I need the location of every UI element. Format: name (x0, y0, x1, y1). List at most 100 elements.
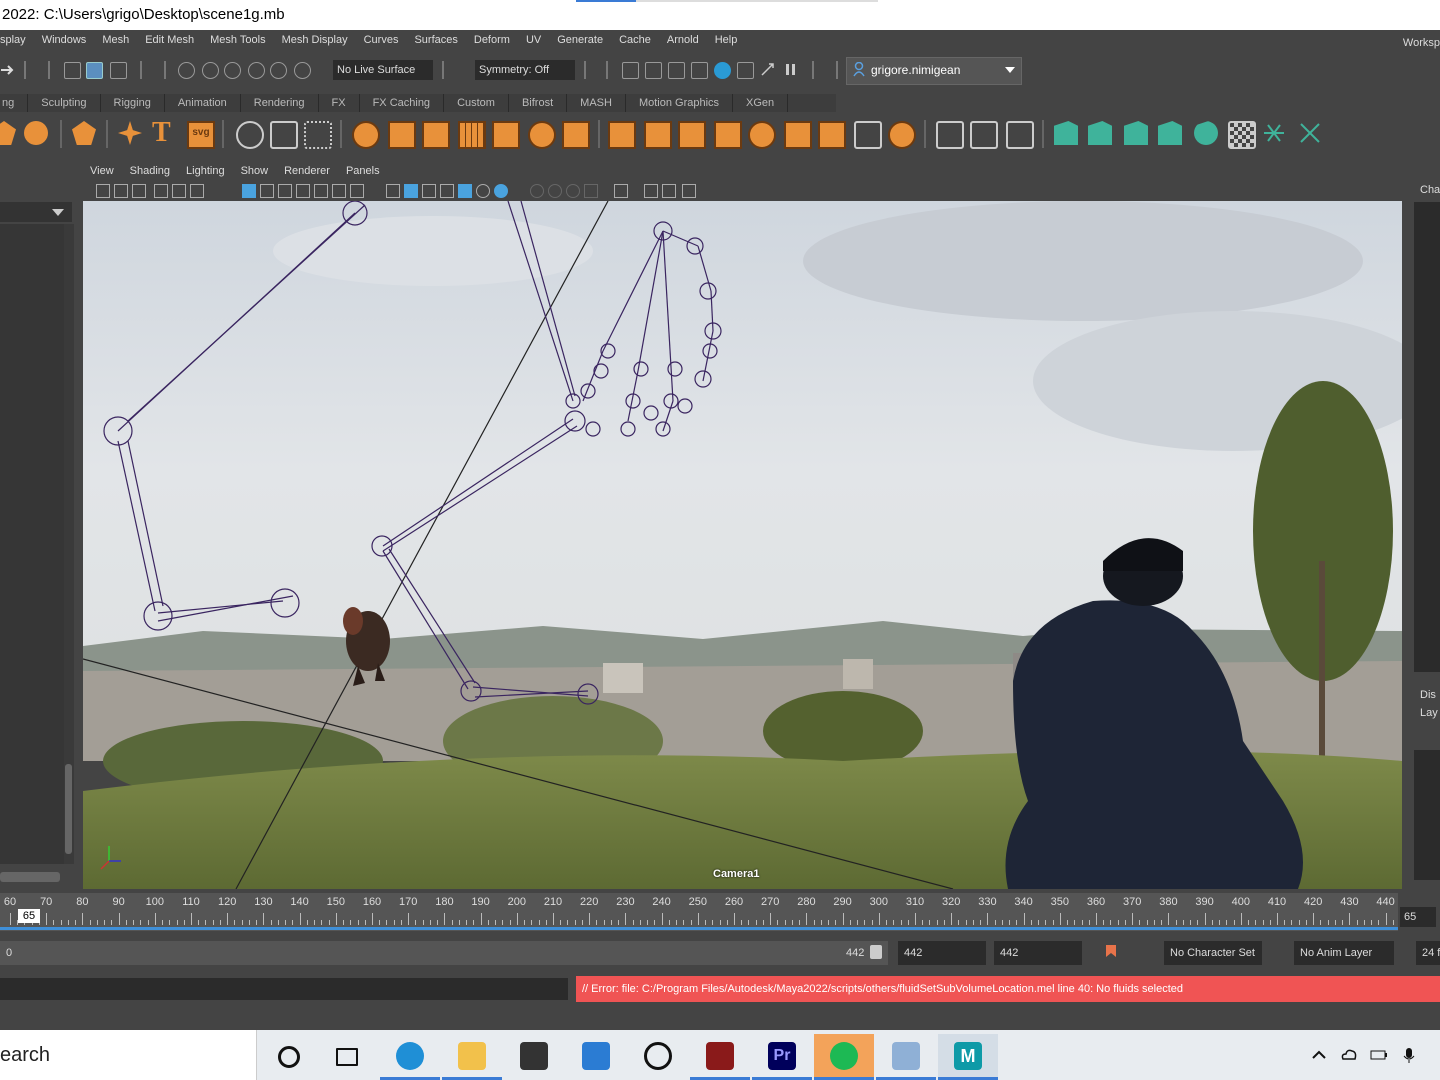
task-view-button[interactable] (316, 1034, 376, 1080)
uv-cylindrical-icon[interactable] (1088, 121, 1112, 145)
polygon-icosahedron-icon[interactable] (72, 121, 96, 145)
render-settings-icon[interactable] (691, 62, 708, 79)
spotify-button[interactable] (814, 1034, 874, 1080)
panel-menu-lighting[interactable]: Lighting (186, 165, 225, 177)
fps-dropdown[interactable]: 24 f (1416, 941, 1440, 965)
checker-icon[interactable] (1228, 121, 1256, 149)
channel-box[interactable] (1414, 202, 1440, 672)
microphone-icon[interactable] (1400, 1046, 1418, 1064)
extrude-icon[interactable] (608, 121, 636, 149)
menu-uv[interactable]: UV (526, 34, 541, 46)
cloud-icon[interactable] (1340, 1046, 1358, 1064)
field-chart-icon[interactable] (314, 184, 328, 198)
target-weld-icon[interactable] (854, 121, 882, 149)
menu-mesh-tools[interactable]: Mesh Tools (210, 34, 265, 46)
workspace-label[interactable]: Worksp (1403, 30, 1440, 56)
hypershade-icon[interactable] (714, 62, 731, 79)
screen-space-ao-icon[interactable] (530, 184, 544, 198)
render-view-icon[interactable] (737, 62, 754, 79)
tab-rigging[interactable]: Rigging (101, 94, 165, 112)
outliner-dropdown[interactable] (0, 202, 72, 222)
collapse-icon[interactable] (784, 121, 812, 149)
separate-icon[interactable] (388, 121, 416, 149)
horizontal-scrollbar[interactable] (0, 872, 60, 882)
store-button[interactable] (504, 1034, 564, 1080)
offset-edge-icon[interactable] (1006, 121, 1034, 149)
combine-icon[interactable] (352, 121, 380, 149)
use-all-lights-icon[interactable] (476, 184, 490, 198)
error-message[interactable]: // Error: file: C:/Program Files/Autodes… (576, 976, 1440, 1002)
tab-sculpting[interactable]: Sculpting (28, 94, 101, 112)
uv-automatic-icon[interactable] (1158, 121, 1182, 145)
premiere-button[interactable]: Pr (752, 1034, 812, 1080)
menu-surfaces[interactable]: Surfaces (414, 34, 457, 46)
current-frame-marker[interactable]: 65 (18, 909, 40, 923)
panel-menu-shading[interactable]: Shading (130, 165, 170, 177)
wireframe-icon[interactable] (386, 184, 400, 198)
select-by-component-icon[interactable] (110, 62, 127, 79)
image-plane-icon[interactable] (154, 184, 168, 198)
uv-cut-icon[interactable] (1298, 121, 1322, 145)
snap-grid-icon[interactable] (178, 62, 195, 79)
menu-generate[interactable]: Generate (557, 34, 603, 46)
snap-point-icon[interactable] (224, 62, 241, 79)
resolution-gate-icon[interactable] (278, 184, 292, 198)
type-icon[interactable]: T (152, 119, 176, 147)
safe-title-icon[interactable] (350, 184, 364, 198)
mirror-icon[interactable] (562, 121, 590, 149)
photos-button[interactable] (876, 1034, 936, 1080)
menu-arnold[interactable]: Arnold (667, 34, 699, 46)
range-slider[interactable]: 0 442 (0, 941, 888, 965)
xray-components-icon[interactable] (682, 184, 696, 198)
xbox-button[interactable] (628, 1034, 688, 1080)
snap-surface-icon[interactable] (270, 62, 287, 79)
gate-mask-icon[interactable] (296, 184, 310, 198)
menu-cache[interactable]: Cache (619, 34, 651, 46)
locator-icon[interactable] (270, 121, 298, 149)
menu-windows[interactable]: Windows (42, 34, 87, 46)
render-frame-icon[interactable] (622, 62, 639, 79)
panel-menu-view[interactable]: View (90, 165, 114, 177)
panel-menu-panels[interactable]: Panels (346, 165, 380, 177)
panel-menu-renderer[interactable]: Renderer (284, 165, 330, 177)
multisample-aa-icon[interactable] (566, 184, 580, 198)
user-account-dropdown[interactable]: grigore.nimigean (846, 57, 1022, 85)
menu-mesh[interactable]: Mesh (102, 34, 129, 46)
default-material-icon[interactable] (422, 184, 436, 198)
layer-editor[interactable] (1414, 750, 1440, 880)
network-icon[interactable] (1428, 1046, 1440, 1064)
uv-sew-icon[interactable] (1262, 121, 1286, 145)
display-label[interactable]: Dis (1420, 689, 1436, 701)
uv-spherical-icon[interactable] (1124, 121, 1148, 145)
edge-loop-icon[interactable] (970, 121, 998, 149)
range-handle[interactable] (870, 945, 882, 959)
range-end-field[interactable]: 442 (898, 941, 986, 965)
snowflake-icon[interactable] (304, 121, 332, 149)
multi-cut-icon[interactable] (936, 121, 964, 149)
uv-unfold-icon[interactable] (1194, 121, 1218, 145)
polygon-diamond-icon[interactable] (0, 121, 16, 145)
channel-box-label[interactable]: Cha (1420, 184, 1440, 196)
animation-end-field[interactable]: 442 (994, 941, 1082, 965)
depth-of-field-icon[interactable] (584, 184, 598, 198)
wireframe-on-shaded-icon[interactable] (440, 184, 454, 198)
viewport[interactable]: Camera1 (83, 201, 1402, 889)
smooth-shade-icon[interactable] (404, 184, 418, 198)
smooth-icon[interactable] (458, 121, 486, 149)
select-by-object-icon[interactable] (86, 62, 103, 79)
menu-edit-mesh[interactable]: Edit Mesh (145, 34, 194, 46)
current-time-field[interactable]: 65 (1400, 907, 1436, 927)
scroll-thumb[interactable] (65, 764, 72, 854)
time-slider[interactable]: 60 70 80 90 100 110 120 130 140 150 160 170 180 190 20… (0, 893, 1416, 931)
menu-deform[interactable]: Deform (474, 34, 510, 46)
render-sequence-icon[interactable] (645, 62, 662, 79)
menu-display[interactable]: splay (0, 34, 26, 46)
isolate-select-icon[interactable] (614, 184, 628, 198)
outliner-list[interactable] (0, 224, 64, 864)
menu-mesh-display[interactable]: Mesh Display (282, 34, 348, 46)
file-explorer-button[interactable] (442, 1034, 502, 1080)
append-icon[interactable] (714, 121, 742, 149)
live-surface-field[interactable]: No Live Surface (333, 60, 433, 80)
uv-planar-icon[interactable] (1054, 121, 1078, 145)
measure-icon[interactable] (236, 121, 264, 149)
